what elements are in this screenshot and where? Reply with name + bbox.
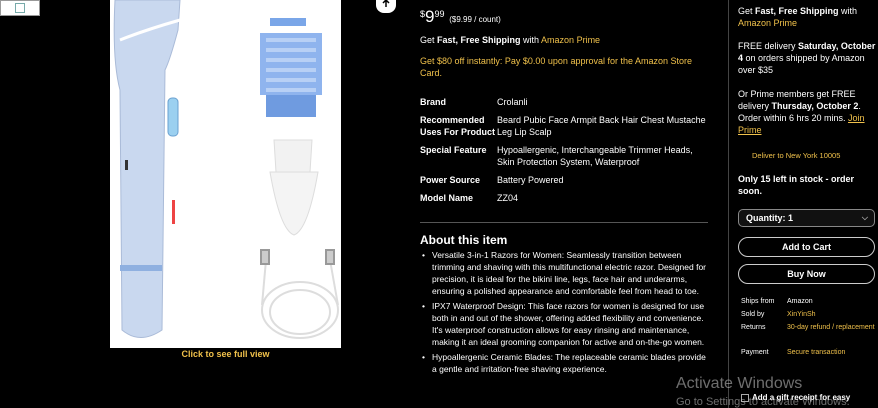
amazon-prime-link[interactable]: Amazon Prime: [541, 35, 600, 45]
divider: [420, 222, 708, 223]
spec-row: Brand Crolanli: [420, 97, 528, 107]
spec-row: Recommended Uses For Product Beard Pubic …: [420, 115, 706, 137]
chevron-down-icon: ⌵: [861, 213, 868, 222]
list-item: IPX7 Waterproof Design: This face razors…: [420, 300, 710, 348]
thumbnail-image[interactable]: [0, 0, 40, 16]
fast-shipping-line: Get Fast, Free Shipping with Amazon Prim…: [420, 35, 601, 45]
spec-row: Model Name ZZ04: [420, 193, 519, 203]
add-to-cart-button[interactable]: Add to Cart: [738, 237, 875, 257]
spec-row: Special Feature Hypoallergenic, Interchan…: [420, 145, 693, 167]
quantity-select[interactable]: Quantity: 1 ⌵: [738, 209, 875, 227]
amazon-prime-link[interactable]: Amazon Prime: [738, 18, 797, 28]
seller-details: Ships from Amazon Sold by XinYinSh Returns…: [741, 297, 875, 361]
price: $999 ($9.99 / count): [420, 7, 501, 26]
buybox-shipping: Get Fast, Free Shipping with Amazon Prim…: [738, 6, 858, 28]
full-view-link[interactable]: Click to see full view: [110, 349, 341, 359]
list-item: Versatile 3-in-1 Razors for Women: Seaml…: [420, 249, 710, 297]
list-item: Hypoallergenic Ceramic Blades: The repla…: [420, 351, 710, 375]
prime-delivery: Or Prime members get FREE delivery Thurs…: [738, 89, 865, 135]
free-delivery: FREE delivery Saturday, October 4 on ord…: [738, 41, 876, 75]
share-button[interactable]: [376, 0, 396, 13]
activate-windows-hint: Go to Settings to activate Windows.: [676, 396, 850, 408]
about-title: About this item: [420, 233, 508, 247]
product-specs: Brand Crolanli Recommended Uses For Produ…: [420, 96, 710, 210]
seller-link[interactable]: XinYinSh: [787, 310, 877, 319]
feature-bullets: Versatile 3-in-1 Razors for Women: Seaml…: [420, 249, 710, 378]
price-per-unit: ($9.99 / count): [449, 15, 501, 24]
stock-status: Only 15 left in stock - order soon.: [738, 174, 855, 196]
activate-windows-title: Activate Windows: [676, 375, 803, 392]
buy-now-button[interactable]: Buy Now: [738, 264, 875, 284]
product-illustration: [113, 0, 339, 339]
payment-link[interactable]: Secure transaction: [787, 348, 877, 357]
returns-link[interactable]: 30-day refund / replacement: [787, 323, 877, 332]
spec-row: Power Source Battery Powered: [420, 175, 564, 185]
deliver-to-location[interactable]: Deliver to New York 10005: [752, 150, 840, 162]
buy-box: Get Fast, Free Shipping with Amazon Prim…: [728, 0, 878, 408]
store-card-offer[interactable]: Get $80 off instantly: Pay $0.00 upon ap…: [420, 55, 705, 79]
product-main-image[interactable]: [110, 0, 341, 348]
share-icon: [382, 0, 390, 7]
